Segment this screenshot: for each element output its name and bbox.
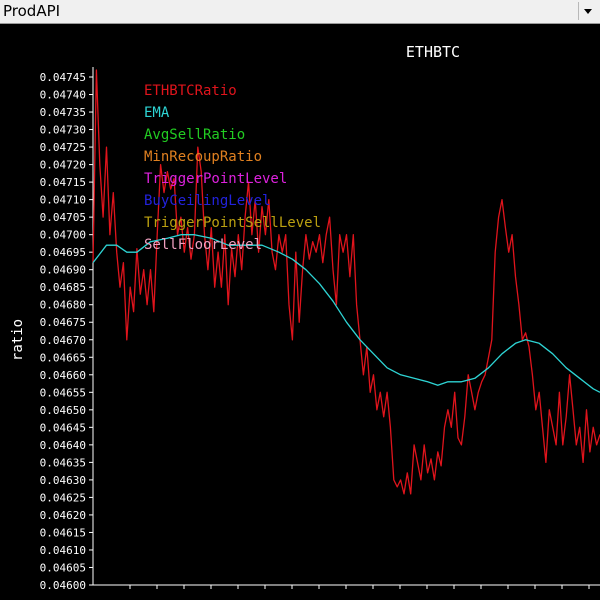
y-tick-label: 0.04680 — [40, 299, 86, 312]
y-tick-label: 0.04675 — [40, 316, 86, 329]
y-tick-label: 0.04670 — [40, 334, 86, 347]
legend-item-minrecoupratio: MinRecoupRatio — [144, 149, 262, 165]
y-tick-label: 0.04640 — [40, 439, 86, 452]
account-selector[interactable]: ProdAPI — [0, 0, 600, 24]
y-tick-label: 0.04655 — [40, 386, 86, 399]
legend-item-triggerpointlevel: TriggerPointLevel — [144, 171, 287, 187]
y-tick-label: 0.04730 — [40, 124, 86, 137]
legend-item-ethbtcratio: ETHBTCRatio — [144, 83, 237, 99]
x-axis — [93, 584, 600, 589]
y-axis: 0.04600 0.04605 0.04610 0.04615 0.04620 0.046… — [40, 67, 94, 592]
app-window: ProdAPI 0.04600 0.04605 0.04610 0.04615 0.04… — [0, 0, 600, 600]
legend-item-avgsellratio: AvgSellRatio — [144, 127, 245, 143]
y-tick-label: 0.04660 — [40, 369, 86, 382]
y-tick-label: 0.04635 — [40, 456, 86, 469]
legend-item-ema: EMA — [144, 105, 170, 121]
chart: 0.04600 0.04605 0.04610 0.04615 0.04620 0.046… — [10, 43, 600, 592]
y-tick-label: 0.04620 — [40, 509, 86, 522]
y-tick-label: 0.04720 — [40, 159, 86, 172]
y-tick-label: 0.04745 — [40, 71, 86, 84]
y-tick-label: 0.04705 — [40, 211, 86, 224]
selected-account: ProdAPI — [3, 2, 61, 20]
y-tick-label: 0.04695 — [40, 246, 86, 259]
y-tick-label: 0.04610 — [40, 544, 86, 557]
y-tick-label: 0.04710 — [40, 194, 86, 207]
y-tick-label: 0.04665 — [40, 351, 86, 364]
legend: ETHBTCRatio EMA AvgSellRatio MinRecoupRatio… — [144, 83, 321, 253]
y-axis-label: ratio — [10, 319, 26, 361]
legend-item-sellfloorlevel: SellFloorLevel — [144, 237, 262, 253]
dropdown-button[interactable] — [578, 2, 596, 20]
y-tick-label: 0.04700 — [40, 229, 86, 242]
y-tick-label: 0.04690 — [40, 264, 86, 277]
legend-item-triggerpointselllevel: TriggerPointSellLevel — [144, 215, 321, 231]
y-tick-label: 0.04630 — [40, 474, 86, 487]
y-tick-label: 0.04735 — [40, 106, 86, 119]
y-tick-label: 0.04625 — [40, 491, 86, 504]
y-tick-label: 0.04715 — [40, 176, 86, 189]
legend-item-buyceilinglevel: BuyCeilingLevel — [144, 193, 270, 209]
y-tick-label: 0.04685 — [40, 281, 86, 294]
chart-title: ETHBTC — [406, 43, 460, 61]
y-tick-label: 0.04740 — [40, 89, 86, 102]
y-tick-label: 0.04600 — [40, 579, 86, 592]
chevron-down-icon — [583, 8, 592, 14]
y-tick-label: 0.04650 — [40, 404, 86, 417]
y-tick-label: 0.04725 — [40, 141, 86, 154]
y-tick-label: 0.04615 — [40, 526, 86, 539]
y-tick-label: 0.04605 — [40, 561, 86, 574]
y-tick-label: 0.04645 — [40, 421, 86, 434]
series-line-ema — [92, 234, 600, 393]
